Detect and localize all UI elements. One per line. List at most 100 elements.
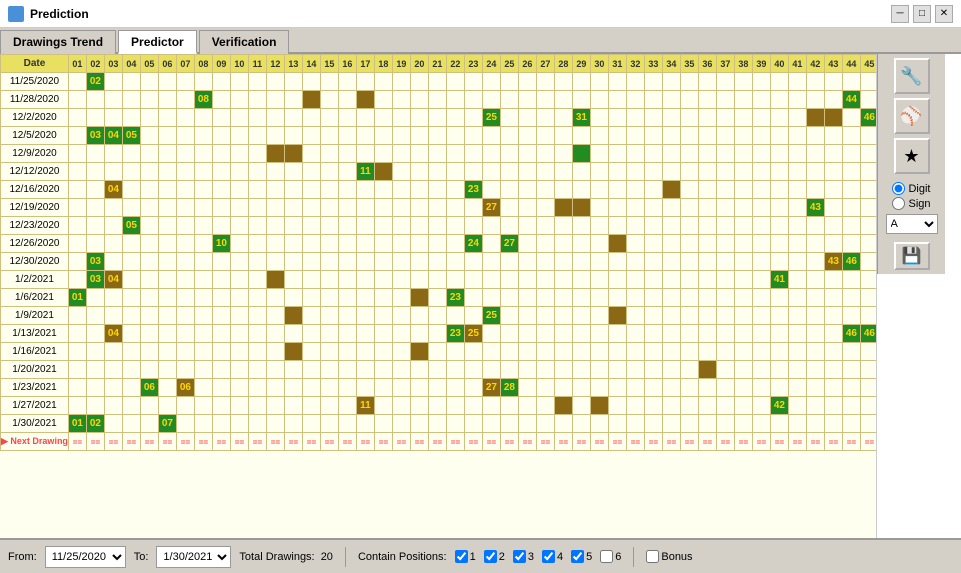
grid-cell [140,307,158,325]
grid-cell [770,217,788,235]
tools-button[interactable]: 🔧 [894,58,930,94]
grid-cell [194,73,212,91]
grid-cell [446,253,464,271]
date-cell: 12/23/2020 [1,217,69,235]
pos6-checkbox[interactable] [600,550,613,563]
grid-cell [122,253,140,271]
table-row: 12/16/20200423 [1,181,877,199]
grid-cell [536,127,554,145]
display-select[interactable]: A B C [886,214,938,234]
sign-radio-label[interactable]: Sign [892,197,930,210]
grid-cell [356,199,374,217]
maximize-button[interactable]: □ [913,5,931,23]
tab-verification[interactable]: Verification [199,30,290,54]
grid-cell [536,343,554,361]
grid-cell [266,127,284,145]
display-mode-group: Digit Sign [892,182,930,210]
next-drawing-cell: == [140,433,158,451]
next-drawing-cell: == [212,433,230,451]
next-drawing-cell: == [698,433,716,451]
grid-cell [176,109,194,127]
ball-button[interactable]: ⚾ [894,98,930,134]
grid-cell [356,73,374,91]
col-header-44: 44 [842,55,860,73]
grid-cell [410,127,428,145]
grid-cell [572,91,590,109]
grid-cell [446,199,464,217]
grid-cell [644,343,662,361]
grid-cell [626,163,644,181]
grid-cell [518,199,536,217]
grid-cell [788,73,806,91]
grid-cell [122,145,140,163]
grid-cell [338,91,356,109]
grid-cell [626,361,644,379]
pos1-checkbox[interactable] [455,550,468,563]
grid-cell [662,145,680,163]
grid-cell [770,163,788,181]
sign-radio[interactable] [892,197,905,210]
close-button[interactable]: ✕ [935,5,953,23]
grid-cell [554,181,572,199]
grid-cell [248,307,266,325]
grid-cell [464,415,482,433]
grid-cell [536,307,554,325]
grid-cell [536,199,554,217]
star-button[interactable]: ★ [894,138,930,174]
table-row: 12/2/2020253146 [1,109,877,127]
grid-cell [482,325,500,343]
to-date-select[interactable]: 1/30/2021 [156,546,231,568]
grid-cell [266,271,284,289]
grid-cell [392,127,410,145]
tab-drawings-trend[interactable]: Drawings Trend [0,30,116,54]
grid-cell [464,253,482,271]
grid-cell [752,145,770,163]
col-header-37: 37 [716,55,734,73]
grid-cell [590,109,608,127]
bonus-checkbox[interactable] [646,550,659,563]
grid-cell [302,91,320,109]
date-cell: 1/16/2021 [1,343,69,361]
grid-cell [374,289,392,307]
save-button[interactable]: 💾 [894,242,930,270]
grid-cell [410,163,428,181]
grid-cell [500,91,518,109]
grid-cell [860,379,876,397]
digit-radio[interactable] [892,182,905,195]
pos4-checkbox[interactable] [542,550,555,563]
tab-predictor[interactable]: Predictor [118,30,197,54]
grid-cell [788,181,806,199]
next-drawing-cell: == [266,433,284,451]
grid-cell [554,235,572,253]
minimize-button[interactable]: ─ [891,5,909,23]
grid-cell [392,271,410,289]
grid-cell [590,253,608,271]
digit-radio-label[interactable]: Digit [892,182,930,195]
grid-cell: 43 [824,253,842,271]
grid-cell [230,199,248,217]
grid-cell [446,127,464,145]
grid-cell [518,127,536,145]
col-header-31: 31 [608,55,626,73]
pos5-checkbox[interactable] [571,550,584,563]
from-date-select[interactable]: 11/25/2020 [45,546,126,568]
col-header-26: 26 [518,55,536,73]
date-cell: 12/16/2020 [1,181,69,199]
grid-cell [428,145,446,163]
grid-cell [554,271,572,289]
grid-cell [374,181,392,199]
grid-cell [338,271,356,289]
grid-cell [734,181,752,199]
grid-cell [320,181,338,199]
grid-cell [338,253,356,271]
grid-cell [482,397,500,415]
grid-cell [374,199,392,217]
grid-cell [158,73,176,91]
pos2-checkbox[interactable] [484,550,497,563]
grid-scroll[interactable]: Date 01020304050607080910111213141516171… [0,54,876,538]
grid-cell [572,163,590,181]
grid-cell [536,217,554,235]
grid-cell [392,91,410,109]
pos3-checkbox[interactable] [513,550,526,563]
grid-header-row: Date 01020304050607080910111213141516171… [1,55,877,73]
